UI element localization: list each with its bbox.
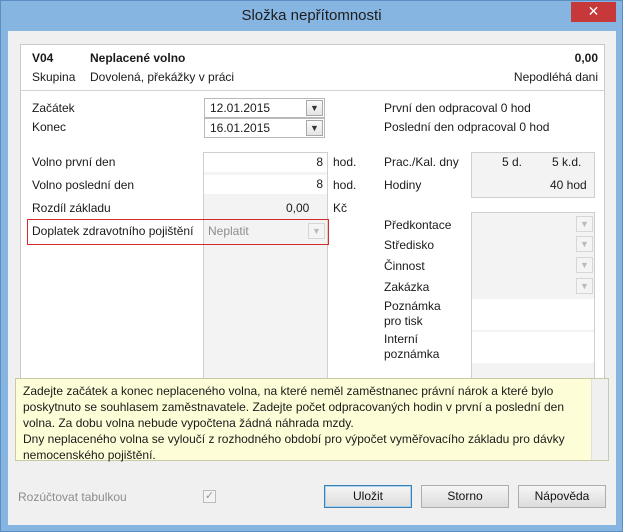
end-date-value[interactable]: 16.01.2015 [210,121,270,135]
end-date-picker[interactable]: 16.01.2015 ▼ [204,118,325,138]
dialog-window: Složka nepřítomnosti ✕ V04 Neplacené vol… [0,0,623,532]
work-days-value: 5 d. [502,155,523,169]
main-panel: V04 Neplacené volno 0,00 Skupina Dovolen… [20,44,605,391]
group-label: Skupina [32,70,76,84]
health-insurance-value[interactable]: Neplatit [208,224,249,238]
last-day-off-label: Volno poslední den [32,178,135,192]
start-date-label: Začátek [32,101,75,115]
hint-scrollbar[interactable] [591,379,608,460]
base-difference-value: 0,00 [286,201,310,215]
days-label: Prac./Kal. dny [384,155,459,169]
hint-line: Zadejte začátek a konec neplaceného voln… [23,384,554,398]
chevron-down-icon[interactable]: ▼ [576,236,593,252]
hours-label: Hodiny [384,178,422,192]
health-insurance-label: Doplatek zdravotního pojištění [32,224,194,238]
first-day-worked: První den odpracoval 0 hod [384,101,531,115]
internal-note-label: Interní [384,332,419,346]
calendar-days-value: 5 k.d. [552,155,582,169]
first-day-off-value[interactable]: 8 [316,155,323,169]
hint-line: volna. Za dobu volna nebude vypočtena žá… [23,416,354,430]
chevron-down-icon[interactable]: ▼ [306,100,323,116]
precontation-label: Předkontace [384,218,452,232]
activity-label: Činnost [384,259,425,273]
absence-amount: 0,00 [574,51,598,65]
chevron-down-icon[interactable]: ▼ [576,278,593,294]
center-select[interactable]: ▼ [472,235,594,255]
base-difference-unit: Kč [333,201,348,215]
print-note-field[interactable] [472,299,594,330]
dialog-body: V04 Neplacené volno 0,00 Skupina Dovolen… [8,31,616,525]
start-date-value[interactable]: 12.01.2015 [210,101,270,115]
hint-line: poskytnuto se souhlasem zaměstnavatele. … [23,400,565,414]
first-day-off-input[interactable]: 8 [204,153,327,172]
cancel-button[interactable]: Storno [421,485,509,508]
close-icon[interactable]: ✕ [588,3,600,19]
header-divider [21,90,604,91]
hint-line: Dny neplaceného volna se vyloučí z rozho… [23,432,565,446]
center-label: Středisko [384,238,435,252]
first-day-off-unit: hod. [333,155,357,169]
internal-note-field[interactable] [472,332,594,363]
title-bar[interactable]: Složka nepřítomnosti ✕ [1,1,622,31]
last-day-off-value[interactable]: 8 [316,177,323,191]
order-select[interactable]: ▼ [472,277,594,297]
activity-select[interactable]: ▼ [472,256,594,276]
precontation-select[interactable]: ▼ [472,215,594,235]
chevron-down-icon[interactable]: ▼ [576,216,593,232]
internal-note-label-2: poznámka [384,347,440,361]
allocate-label: Rozúčtovat tabulkou [18,490,127,504]
chevron-down-icon[interactable]: ▼ [306,120,323,136]
first-day-off-label: Volno první den [32,155,116,169]
window-title: Složka nepřítomnosti [241,7,382,24]
absence-name: Neplacené volno [90,51,186,65]
base-difference-label: Rozdíl základu [32,201,111,215]
start-date-picker[interactable]: 12.01.2015 ▼ [204,98,325,118]
chevron-down-icon[interactable]: ▼ [308,223,325,239]
group-value: Dovolená, překážky v práci [90,70,235,84]
print-note-label-2: pro tisk [384,314,423,328]
last-day-worked: Poslední den odpracoval 0 hod [384,120,550,134]
save-button[interactable]: Uložit [324,485,412,508]
hint-box: Zadejte začátek a konec neplaceného voln… [15,378,609,462]
hours-value: 40 hod [550,178,587,192]
close-button[interactable]: ✕ [571,2,616,22]
hint-line: nemocenského pojištění. [23,448,156,462]
allocate-checkbox[interactable]: ✓ [203,490,216,503]
last-day-off-input[interactable]: 8 [204,175,327,194]
last-day-off-unit: hod. [333,178,357,192]
health-insurance-select[interactable]: Neplatit ▼ [204,222,326,242]
order-label: Zakázka [384,280,430,294]
help-button[interactable]: Nápověda [518,485,606,508]
absence-code: V04 [32,51,54,65]
print-note-label: Poznámka [384,299,441,313]
end-date-label: Konec [32,120,67,134]
chevron-down-icon[interactable]: ▼ [576,257,593,273]
tax-status: Nepodléhá dani [513,70,598,84]
